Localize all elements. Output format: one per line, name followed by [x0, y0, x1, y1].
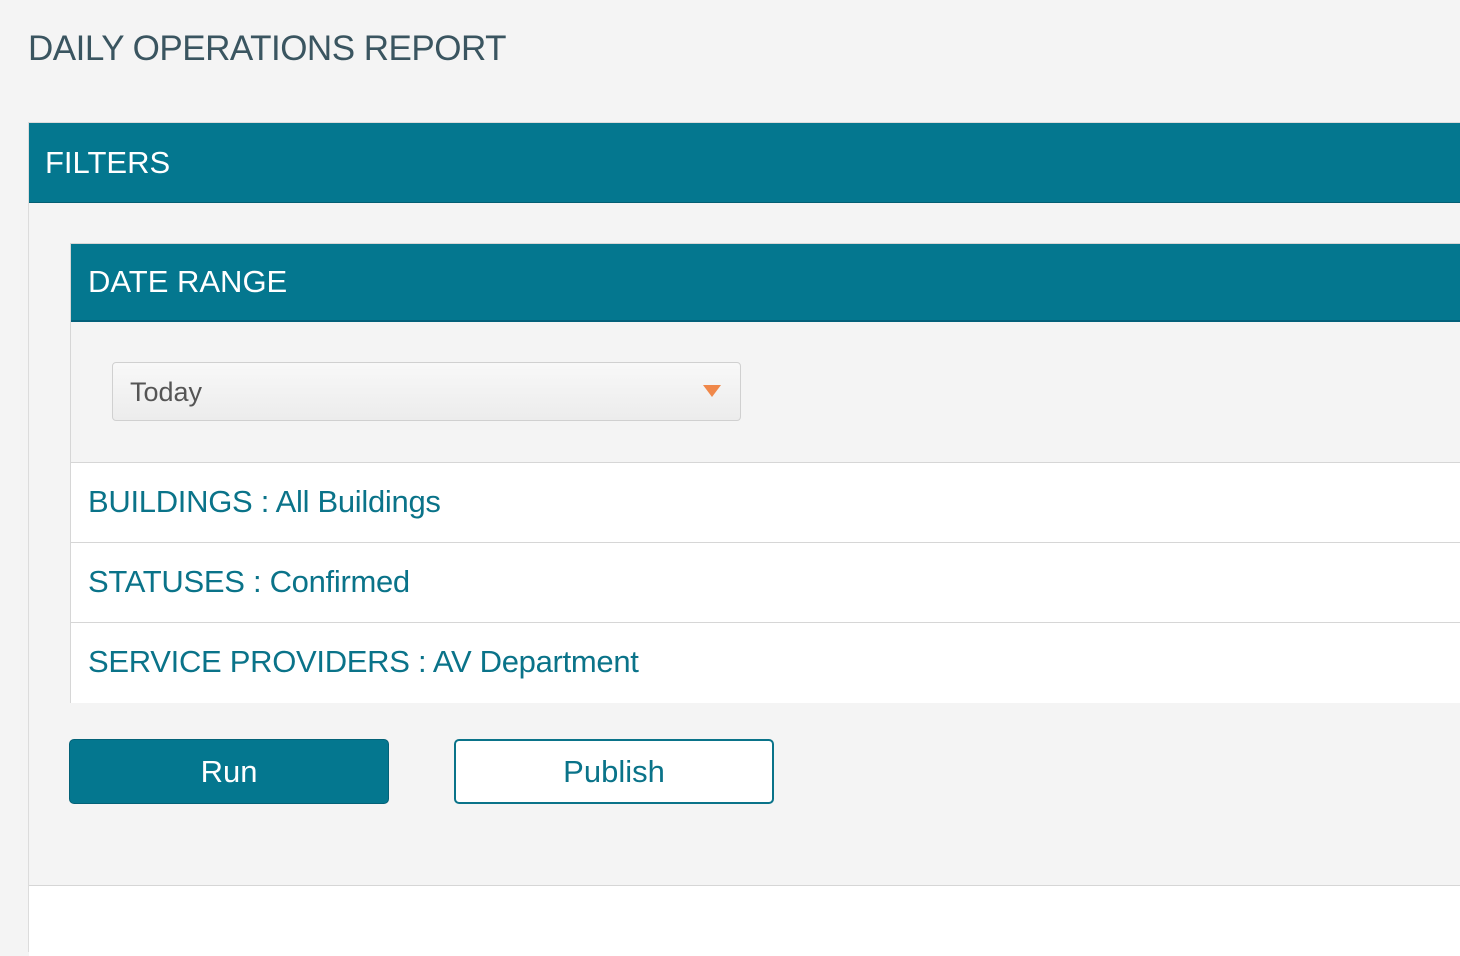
- chevron-down-icon: [703, 385, 721, 397]
- filter-row-label: BUILDINGS : All Buildings: [88, 484, 441, 519]
- date-range-select[interactable]: Today: [112, 362, 741, 421]
- filter-row-statuses[interactable]: STATUSES : Confirmed: [71, 543, 1460, 623]
- filter-card: DATE RANGE Today BUILDINGS : All Buildin…: [70, 243, 1460, 703]
- date-range-select-value: Today: [130, 377, 203, 407]
- filter-row-label: SERVICE PROVIDERS : AV Department: [88, 644, 639, 679]
- filters-header: FILTERS: [29, 123, 1460, 203]
- filter-row-buildings[interactable]: BUILDINGS : All Buildings: [71, 463, 1460, 543]
- filter-row-label: STATUSES : Confirmed: [88, 564, 410, 599]
- page-title: DAILY OPERATIONS REPORT: [28, 29, 506, 68]
- run-button[interactable]: Run: [69, 739, 389, 804]
- results-area: [29, 885, 1460, 956]
- filters-panel: FILTERS DATE RANGE Today BUILDINGS : All…: [28, 122, 1460, 956]
- date-range-header: DATE RANGE: [71, 244, 1460, 322]
- filters-header-title: FILTERS: [45, 145, 171, 180]
- publish-button[interactable]: Publish: [454, 739, 774, 804]
- date-range-title: DATE RANGE: [88, 264, 288, 299]
- date-range-body: Today: [71, 322, 1460, 463]
- filter-row-service-providers[interactable]: SERVICE PROVIDERS : AV Department: [71, 623, 1460, 703]
